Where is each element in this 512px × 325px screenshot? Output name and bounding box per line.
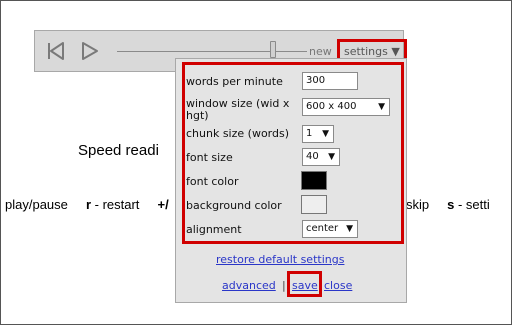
window-size-select[interactable]: 600 x 400 ▼ <box>302 98 390 116</box>
alignment-select[interactable]: center ▼ <box>302 220 358 238</box>
shortcut-speed-key: +/ <box>157 197 169 212</box>
font-size-label: font size <box>186 151 233 164</box>
background-color-label: background color <box>186 199 282 212</box>
words-per-minute-label: words per minute <box>186 75 283 88</box>
font-color-label: font color <box>186 175 239 188</box>
play-icon[interactable] <box>79 40 101 62</box>
alignment-value: center <box>306 223 339 234</box>
background-color-swatch[interactable] <box>301 195 327 214</box>
window-size-label: window size (wid x hgt) <box>186 97 290 122</box>
restore-default-settings-link[interactable]: restore default settings <box>216 253 344 266</box>
shortcut-restart-key: r <box>85 197 92 212</box>
save-highlight-box <box>287 271 322 297</box>
advanced-link[interactable]: advanced <box>222 279 276 292</box>
window-size-value: 600 x 400 <box>306 101 357 112</box>
chunk-size-label: chunk size (words) <box>186 127 290 140</box>
words-per-minute-input[interactable]: 300 <box>302 72 358 90</box>
shortcuts-left: play/pause r - restart +/ <box>5 197 169 212</box>
rewind-icon[interactable] <box>45 40 67 62</box>
shortcut-play-text: play/pause <box>5 197 68 212</box>
shortcut-settings-text: - setti <box>457 197 490 212</box>
font-color-swatch[interactable] <box>301 171 327 190</box>
progress-slider-thumb[interactable] <box>269 41 276 58</box>
font-size-select[interactable]: 40 ▼ <box>302 148 340 166</box>
chevron-down-icon: ▼ <box>346 224 353 234</box>
chevron-down-icon: ▼ <box>328 152 335 162</box>
shortcut-restart-text: - restart <box>94 197 140 212</box>
progress-slider-track[interactable] <box>117 51 307 52</box>
page-title: Speed readi <box>78 142 159 159</box>
link-separator: | <box>282 279 286 292</box>
new-link[interactable]: new <box>309 45 332 58</box>
chunk-size-value: 1 <box>306 128 313 139</box>
shortcuts-right: - skip s - setti <box>398 197 490 212</box>
chunk-size-select[interactable]: 1 ▼ <box>302 125 334 143</box>
font-size-value: 40 <box>306 151 319 162</box>
chevron-down-icon: ▼ <box>322 129 329 139</box>
close-link[interactable]: close <box>324 279 352 292</box>
alignment-label: alignment <box>186 223 242 236</box>
chevron-down-icon: ▼ <box>378 102 385 112</box>
shortcut-settings-key: s <box>447 197 455 212</box>
